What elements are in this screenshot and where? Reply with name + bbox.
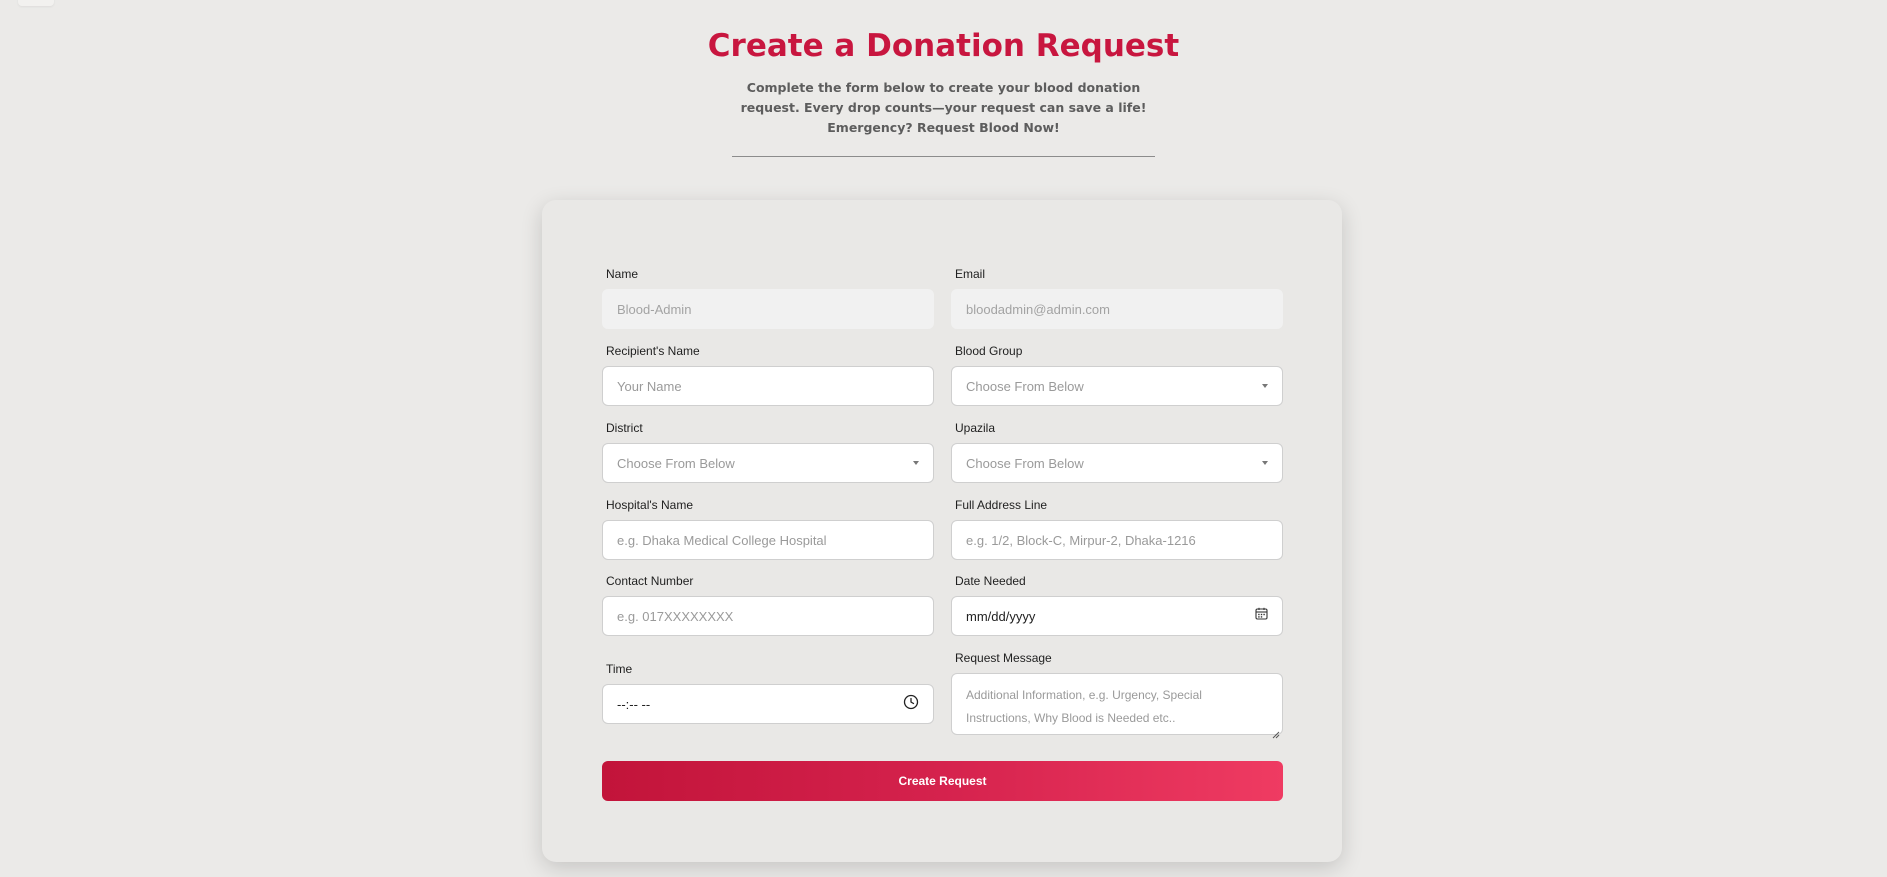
chevron-down-icon — [913, 461, 919, 465]
address-label: Full Address Line — [955, 498, 1048, 512]
clock-icon[interactable] — [903, 694, 919, 715]
chevron-down-icon — [1262, 384, 1268, 388]
date-needed-value: mm/dd/yyyy — [966, 608, 1036, 624]
header-divider — [732, 156, 1155, 157]
email-input — [966, 301, 1268, 317]
blood-group-label: Blood Group — [955, 344, 1023, 358]
name-field-group: Name — [602, 266, 934, 329]
hospital-name-label: Hospital's Name — [606, 498, 693, 512]
blood-group-select[interactable]: Choose From Below — [951, 366, 1283, 406]
request-message-label: Request Message — [955, 651, 1052, 665]
contact-number-input-wrapper[interactable] — [602, 596, 934, 636]
name-input — [617, 301, 919, 317]
contact-number-field-group: Contact Number — [602, 573, 934, 636]
recipient-name-input[interactable] — [617, 378, 919, 394]
time-value: --:-- -- — [617, 696, 651, 712]
page-title: Create a Donation Request — [707, 28, 1180, 64]
hospital-name-input-wrapper[interactable] — [602, 520, 934, 560]
request-message-textarea[interactable]: Additional Information, e.g. Urgency, Sp… — [951, 673, 1283, 739]
address-field-group: Full Address Line — [951, 497, 1283, 560]
name-input-wrapper — [602, 289, 934, 329]
request-message-field-group: Request Message Additional Information, … — [951, 650, 1283, 739]
time-field-group: Time --:-- -- — [602, 661, 934, 724]
donation-request-form: Name Email Recipient's Name Blood Group … — [542, 200, 1342, 862]
district-select[interactable]: Choose From Below — [602, 443, 934, 483]
blood-group-field-group: Blood Group Choose From Below — [951, 343, 1283, 406]
upazila-selected: Choose From Below — [966, 455, 1084, 471]
date-needed-input[interactable]: mm/dd/yyyy — [951, 596, 1283, 636]
blood-group-selected: Choose From Below — [966, 378, 1084, 394]
hospital-name-input[interactable] — [617, 532, 919, 548]
district-field-group: District Choose From Below — [602, 420, 934, 483]
page-header: Create a Donation Request Complete the f… — [0, 0, 1887, 157]
email-input-wrapper — [951, 289, 1283, 329]
address-input[interactable] — [966, 532, 1268, 548]
email-label: Email — [955, 267, 986, 281]
recipient-name-label: Recipient's Name — [606, 344, 700, 358]
date-needed-field-group: Date Needed mm/dd/yyyy — [951, 573, 1283, 636]
page-subtitle: Complete the form below to create your b… — [740, 80, 1147, 135]
date-needed-label: Date Needed — [955, 574, 1026, 588]
create-request-button[interactable]: Create Request — [602, 761, 1283, 801]
contact-number-input[interactable] — [617, 608, 919, 624]
upazila-select[interactable]: Choose From Below — [951, 443, 1283, 483]
recipient-name-field-group: Recipient's Name — [602, 343, 934, 406]
time-input[interactable]: --:-- -- — [602, 684, 934, 724]
upazila-label: Upazila — [955, 421, 996, 435]
name-label: Name — [606, 267, 639, 281]
upazila-field-group: Upazila Choose From Below — [951, 420, 1283, 483]
contact-number-label: Contact Number — [606, 574, 694, 588]
chevron-down-icon — [1262, 461, 1268, 465]
recipient-name-input-wrapper[interactable] — [602, 366, 934, 406]
address-input-wrapper[interactable] — [951, 520, 1283, 560]
request-message-placeholder: Additional Information, e.g. Urgency, Sp… — [966, 688, 1202, 725]
time-label: Time — [606, 662, 633, 676]
resize-grip-icon[interactable] — [1272, 724, 1280, 739]
district-selected: Choose From Below — [617, 455, 735, 471]
email-field-group: Email — [951, 266, 1283, 329]
calendar-icon[interactable] — [1255, 607, 1268, 625]
hospital-name-field-group: Hospital's Name — [602, 497, 934, 560]
district-label: District — [606, 421, 643, 435]
